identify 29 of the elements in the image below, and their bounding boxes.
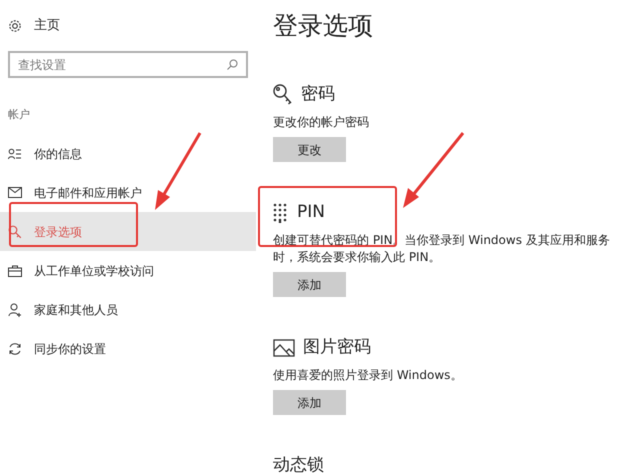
action-button[interactable]: 添加 bbox=[273, 272, 346, 297]
key-icon bbox=[8, 224, 22, 238]
person-add-icon bbox=[8, 302, 22, 316]
mail-icon bbox=[8, 187, 22, 198]
person-list-icon bbox=[8, 148, 22, 160]
search-field[interactable]: 查找设置 bbox=[8, 51, 248, 78]
gear-icon bbox=[8, 19, 22, 33]
nav-item[interactable]: 同步你的设置 bbox=[0, 329, 256, 368]
section-label: 帐户 bbox=[7, 107, 31, 123]
page-title: 登录选项 bbox=[273, 10, 374, 42]
briefcase-icon bbox=[8, 264, 22, 276]
home-link[interactable]: 主页 bbox=[34, 16, 60, 36]
key-icon bbox=[273, 84, 293, 106]
section-description: 使用喜爱的照片登录到 Windows。 bbox=[273, 367, 464, 384]
sync-icon bbox=[8, 342, 22, 356]
section-heading: 动态锁 bbox=[273, 454, 324, 476]
action-button[interactable]: 添加 bbox=[273, 390, 346, 415]
nav-item[interactable]: 从工作单位或学校访问 bbox=[0, 251, 256, 290]
keypad-icon bbox=[273, 203, 289, 223]
section-heading: 图片密码 bbox=[303, 336, 371, 360]
action-button[interactable]: 更改 bbox=[273, 137, 346, 162]
section-description: 更改你的帐户密码 bbox=[273, 114, 370, 131]
image-icon bbox=[273, 339, 295, 357]
nav-item[interactable]: 家庭和其他人员 bbox=[0, 290, 256, 329]
search-icon bbox=[227, 59, 238, 70]
nav-item[interactable]: 你的信息 bbox=[0, 134, 256, 173]
section-heading: 密码 bbox=[301, 83, 335, 106]
nav-item[interactable]: 电子邮件和应用帐户 bbox=[0, 173, 256, 212]
section-heading: PIN bbox=[297, 201, 325, 224]
